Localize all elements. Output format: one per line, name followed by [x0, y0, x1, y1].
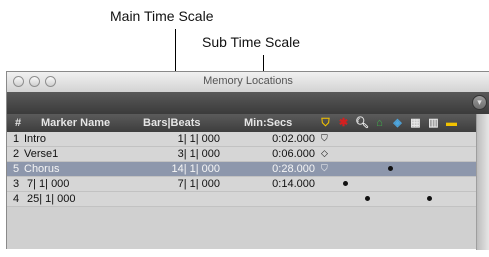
pre-post-roll-dot[interactable] [343, 181, 348, 186]
marker-glyph-icon: ⛉ [321, 163, 328, 173]
zoom-settings-icon[interactable]: ⛉ [319, 117, 332, 130]
table-row[interactable]: 2 Verse1 3| 1| 000 0:06.000 ◇ [7, 147, 477, 162]
zoom-dot[interactable] [365, 196, 370, 201]
table-row[interactable]: 3 7| 1| 000 7| 1| 000 0:14.000 [7, 177, 477, 192]
marker-name[interactable]: 7| 1| 000 [27, 178, 69, 190]
track-show-hide-icon[interactable]: ⌂ [373, 117, 386, 130]
bars-beats-value: 7| 1| 000 [177, 178, 220, 190]
row-number: 1 [13, 133, 20, 145]
list-empty-area [7, 207, 477, 249]
table-row-selected[interactable]: 5 Chorus 14| 1| 000 0:28.000 ⛉ [7, 162, 477, 177]
marker-glyph-icon: ⛉ [321, 133, 328, 143]
vertical-scrollbar[interactable] [476, 114, 489, 250]
min-secs-value: 0:06.000 [272, 148, 315, 160]
group-enables-dot[interactable] [427, 196, 432, 201]
memory-location-list: 1 Intro 1| 1| 000 0:02.000 ⛉ 2 Verse1 3|… [7, 132, 477, 207]
track-height-icon[interactable]: ◈ [391, 117, 404, 130]
memory-locations-window: Memory Locations ▾ # Marker Name Bars|Be… [6, 71, 489, 250]
zoom-icon[interactable]: 🔍︎ [355, 117, 369, 130]
track-height-dot[interactable] [388, 166, 393, 171]
pre-post-roll-icon[interactable]: ✱ [337, 117, 350, 130]
sub-time-scale-callout: Sub Time Scale [202, 34, 301, 50]
marker-name[interactable]: Chorus [24, 163, 59, 175]
marker-name[interactable]: 25| 1| 000 [27, 193, 76, 205]
bars-beats-value: 3| 1| 000 [177, 148, 220, 160]
selection-glyph-icon: ◇ [321, 148, 328, 158]
column-header: # Marker Name Bars|Beats Min:Secs ⛉ ✱ 🔍︎… [7, 114, 477, 132]
table-row[interactable]: 1 Intro 1| 1| 000 0:02.000 ⛉ [7, 132, 477, 147]
comments-icon[interactable]: ▬ [445, 117, 458, 130]
main-time-scale-callout: Main Time Scale [110, 8, 214, 24]
col-min-secs[interactable]: Min:Secs [244, 117, 292, 129]
row-number: 5 [13, 163, 20, 175]
table-row[interactable]: 4 25| 1| 000 [7, 192, 477, 207]
col-bars-beats[interactable]: Bars|Beats [143, 117, 201, 129]
row-number: 2 [13, 148, 20, 160]
toolbar: ▾ [7, 92, 489, 114]
col-number[interactable]: # [15, 117, 21, 129]
options-menu-icon[interactable]: ▾ [472, 95, 487, 110]
col-marker-name[interactable]: Marker Name [41, 117, 110, 129]
row-number: 4 [13, 193, 20, 205]
bars-beats-value: 1| 1| 000 [177, 133, 220, 145]
marker-name[interactable]: Verse1 [24, 148, 58, 160]
min-secs-value: 0:28.000 [272, 163, 315, 175]
title-bar[interactable]: Memory Locations [7, 72, 489, 93]
bars-beats-value: 14| 1| 000 [171, 163, 220, 175]
marker-name[interactable]: Intro [24, 133, 46, 145]
min-secs-value: 0:14.000 [272, 178, 315, 190]
group-enables-icon[interactable]: ▦ [409, 117, 422, 130]
window-config-icon[interactable]: ▥ [427, 117, 440, 130]
min-secs-value: 0:02.000 [272, 133, 315, 145]
row-number: 3 [13, 178, 20, 190]
window-title: Memory Locations [203, 75, 293, 87]
